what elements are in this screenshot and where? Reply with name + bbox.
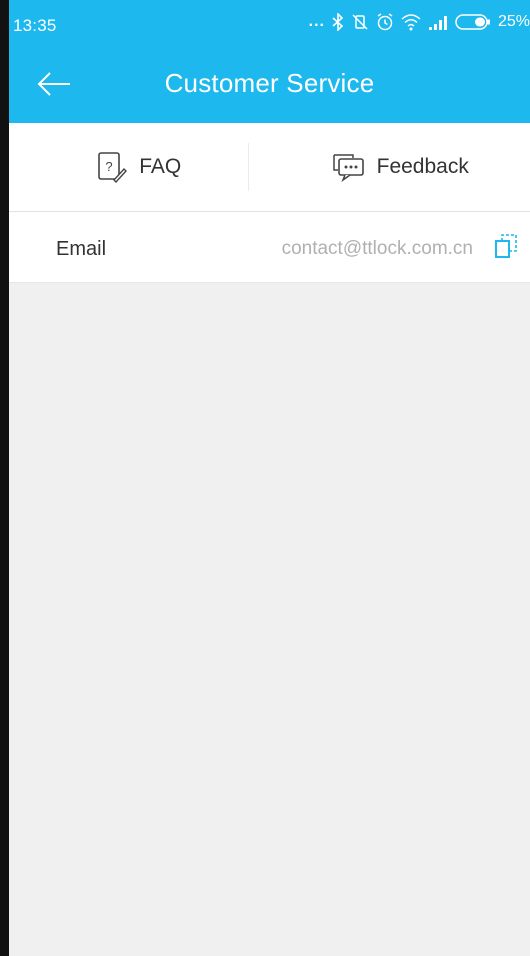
tab-faq-label: FAQ [139,155,182,178]
app-screen: 13:35 ... 25% Customer Service ? FAQ Fee… [0,0,530,956]
page-title: Customer Service [164,68,375,98]
wifi-icon [401,13,421,31]
chat-bubble-icon [331,152,365,182]
status-icons: ... 25% [309,13,530,31]
email-value[interactable]: contact@ttlock.com.cn [282,238,473,260]
copy-icon [494,233,518,264]
email-row: Email contact@ttlock.com.cn [9,212,530,283]
alarm-icon [376,13,394,31]
tab-feedback-label: Feedback [376,155,469,178]
tab-divider [248,143,249,191]
tab-feedback[interactable]: Feedback [270,123,530,211]
status-bar: 13:35 ... 25% [9,0,530,50]
email-label: Email [56,238,107,260]
app-bar: Customer Service [9,50,530,123]
battery-icon [455,14,491,30]
faq-question-icon: ? [97,151,128,183]
content-area [9,283,530,956]
tab-faq[interactable]: ? FAQ [9,123,270,211]
status-time: 13:35 [13,16,57,35]
bluetooth-icon [332,13,344,31]
signal-icon [428,14,448,30]
frame-edge [0,0,9,956]
tab-row: ? FAQ Feedback [9,123,530,212]
battery-percent: 25% [497,13,530,30]
more-notifications-icon: ... [308,13,325,30]
copy-email-button[interactable] [490,232,522,264]
vibrate-off-icon [351,13,369,31]
svg-text:?: ? [106,159,113,174]
